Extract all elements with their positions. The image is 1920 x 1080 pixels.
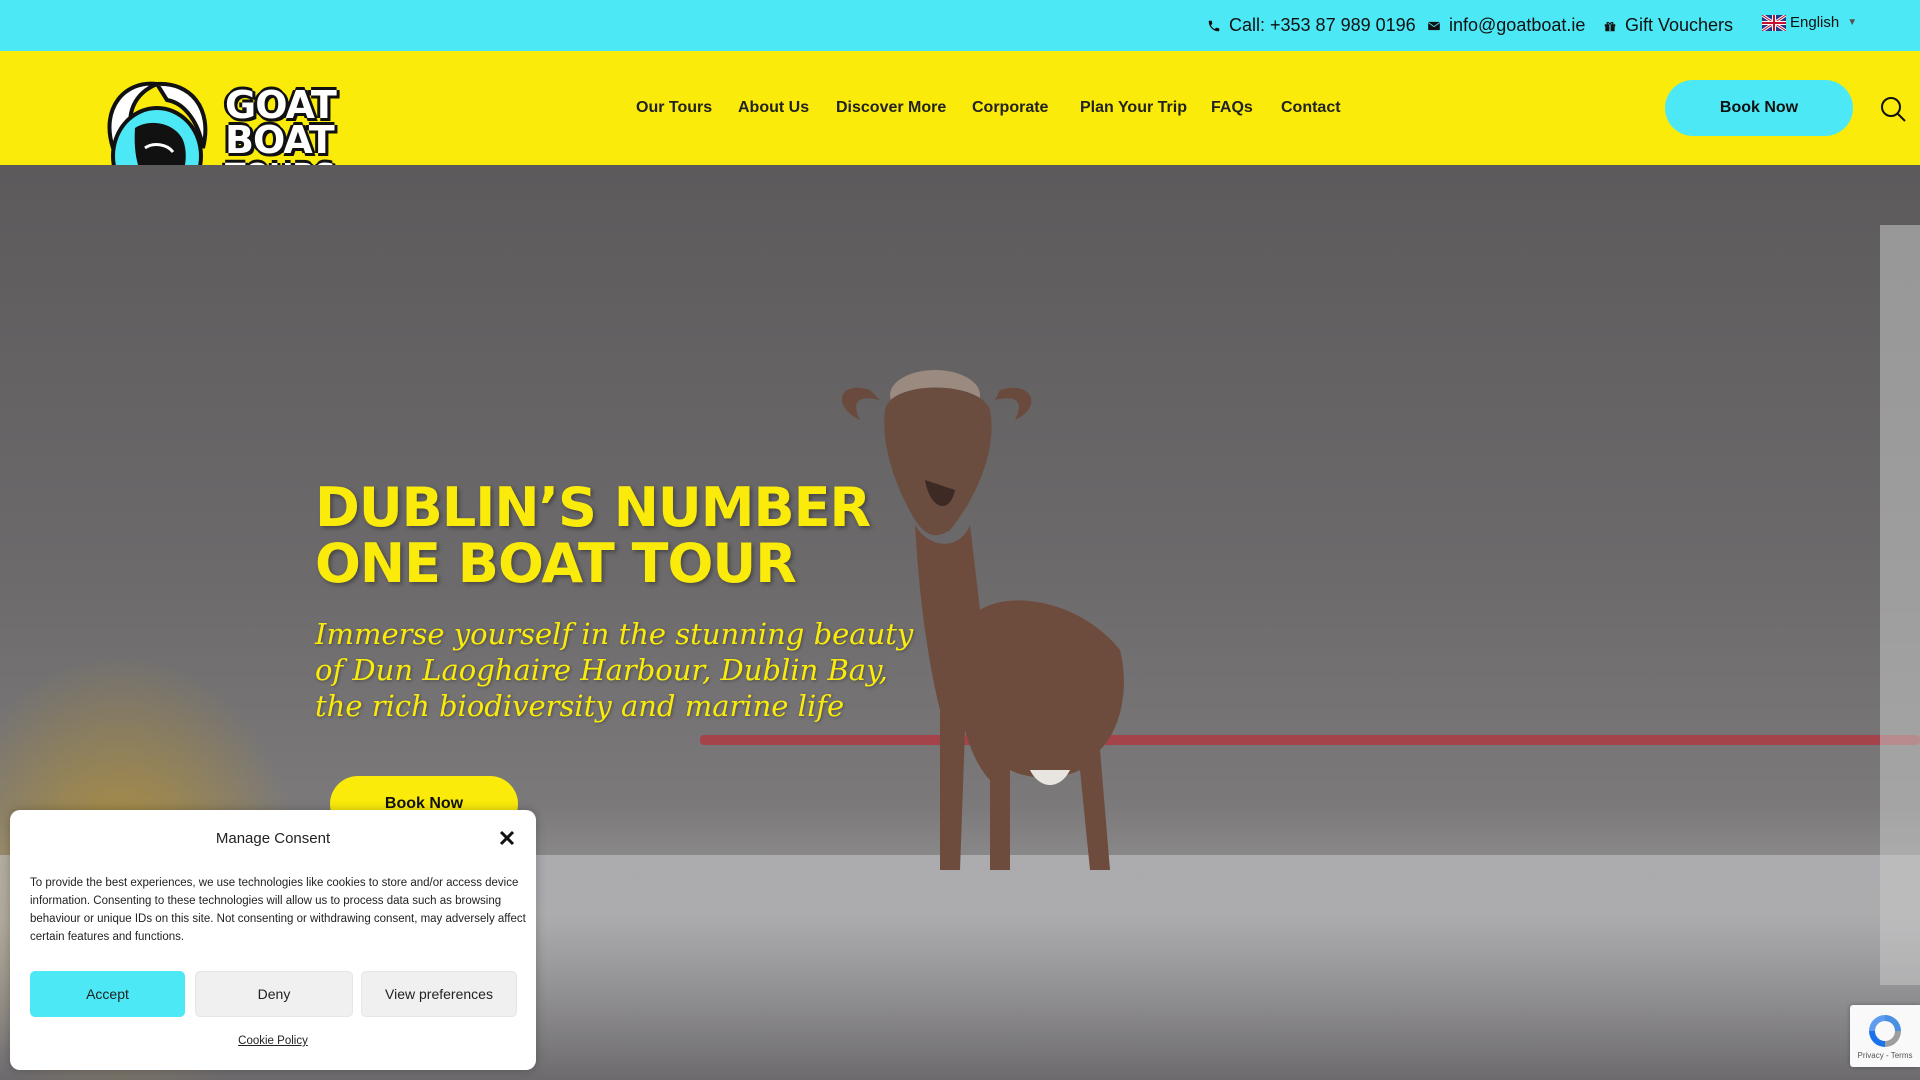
caret-down-icon: ▼ <box>1847 17 1858 28</box>
consent-title: Manage Consent <box>215 830 331 847</box>
deny-button[interactable]: Deny <box>195 971 353 1017</box>
accept-button[interactable]: Accept <box>30 971 185 1017</box>
gift-vouchers-link[interactable]: Gift Vouchers <box>1603 0 1733 51</box>
nav-discover-more[interactable]: Discover More <box>836 51 946 165</box>
consent-description: To provide the best experiences, we use … <box>30 877 526 943</box>
hero-title-line-2: ONE BOAT TOUR <box>315 532 797 595</box>
hero-title: DUBLIN’S NUMBER ONE BOAT TOUR <box>315 480 995 592</box>
nav-our-tours[interactable]: Our Tours <box>636 51 712 165</box>
hero-subtitle: Immerse yourself in the stunning beauty … <box>315 617 914 723</box>
hero-bg-frame <box>1880 225 1920 985</box>
phone-text: Call: +353 87 989 0196 <box>1229 15 1416 35</box>
goat-figure-image <box>841 370 1124 870</box>
cookie-policy-link[interactable]: Cookie Policy <box>10 1035 536 1047</box>
nav-contact[interactable]: Contact <box>1281 51 1341 165</box>
view-preferences-button[interactable]: View preferences <box>361 971 517 1017</box>
top-bar: Call: +353 87 989 0196 info@goatboat.ie … <box>0 0 1920 51</box>
language-selector[interactable]: English ▼ <box>1762 14 1857 31</box>
hero-title-line-1: DUBLIN’S NUMBER <box>315 476 871 539</box>
search-icon[interactable] <box>1880 96 1906 122</box>
nav-corporate[interactable]: Corporate <box>972 51 1048 165</box>
header-book-now-button[interactable]: Book Now <box>1665 80 1853 136</box>
email-text: info@goatboat.ie <box>1449 15 1586 35</box>
nav-faqs[interactable]: FAQs <box>1211 51 1253 165</box>
phone-icon <box>1208 20 1220 31</box>
recaptcha-badge[interactable]: Privacy - Terms <box>1850 1005 1920 1067</box>
main-nav: Our Tours About Us Discover More Corpora… <box>0 51 1920 165</box>
gift-vouchers-text: Gift Vouchers <box>1625 15 1734 35</box>
nav-plan-your-trip[interactable]: Plan Your Trip <box>1080 51 1187 165</box>
envelope-icon <box>1427 21 1441 30</box>
nav-about-us[interactable]: About Us <box>738 51 809 165</box>
gift-icon <box>1604 21 1616 31</box>
close-icon[interactable] <box>498 829 516 847</box>
language-label: English <box>1790 14 1840 31</box>
cookie-consent-dialog: Manage Consent To provide the best exper… <box>10 810 536 1070</box>
recaptcha-terms: Privacy - Terms <box>1857 1051 1913 1060</box>
uk-flag-icon <box>1762 14 1786 31</box>
recaptcha-icon <box>1869 1015 1901 1047</box>
email-link[interactable]: info@goatboat.ie <box>1427 0 1585 51</box>
phone-link[interactable]: Call: +353 87 989 0196 <box>1207 0 1416 51</box>
